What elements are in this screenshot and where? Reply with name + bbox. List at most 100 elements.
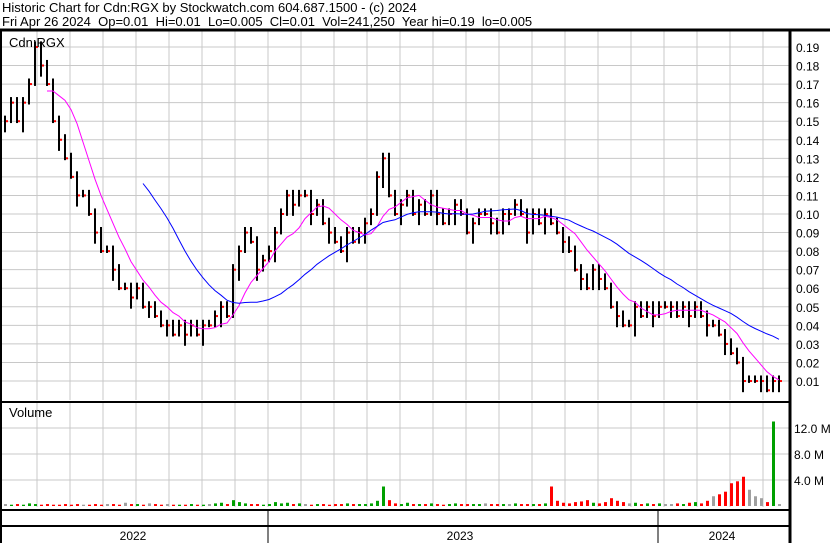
year-label: 2023	[447, 529, 474, 543]
volume-bar	[394, 503, 397, 506]
volume-bar	[580, 501, 583, 506]
volume-bar	[238, 502, 241, 506]
volume-bar	[526, 504, 529, 506]
volume-bar	[328, 504, 331, 506]
volume-bar	[256, 504, 259, 506]
volume-bar	[682, 504, 685, 506]
volume-tick-label: 4.0 M	[794, 474, 824, 488]
price-tick-label: 0.06	[796, 282, 820, 296]
volume-bar	[670, 504, 673, 506]
volume-bar	[454, 503, 457, 506]
volume-bar	[352, 504, 355, 506]
volume-bar	[22, 504, 25, 506]
volume-bar	[646, 503, 649, 506]
volume-bar	[652, 504, 655, 506]
volume-bar	[346, 503, 349, 506]
volume-bar	[430, 503, 433, 506]
volume-bar	[214, 503, 217, 506]
price-tick-label: 0.10	[796, 208, 820, 222]
volume-bar	[628, 503, 631, 506]
year-label: 2022	[120, 529, 147, 543]
volume-bar	[676, 503, 679, 506]
volume-bar	[292, 504, 295, 506]
price-tick-label: 0.15	[796, 115, 820, 129]
volume-bar	[40, 504, 43, 506]
volume-bar	[82, 504, 85, 506]
volume-bar	[718, 494, 721, 506]
volume-bar	[760, 498, 763, 506]
volume-bar	[172, 504, 175, 506]
volume-bar	[76, 504, 79, 506]
volume-bar	[334, 504, 337, 506]
volume-bar	[316, 504, 319, 506]
price-tick-label: 0.11	[796, 189, 819, 203]
volume-bar	[598, 503, 601, 506]
volume-bar	[250, 504, 253, 506]
stock-chart: Historic Chart for Cdn:RGX by Stockwatch…	[0, 0, 830, 543]
volume-bar	[730, 483, 733, 506]
volume-bar	[418, 504, 421, 506]
volume-bar	[178, 504, 181, 506]
volume-bar	[358, 504, 361, 506]
volume-bar	[586, 500, 589, 506]
volume-bar	[160, 504, 163, 506]
volume-bar	[544, 503, 547, 506]
volume-bar	[610, 498, 613, 506]
volume-bar	[604, 502, 607, 506]
volume-bar	[694, 502, 697, 506]
volume-bar	[700, 503, 703, 506]
volume-bar	[4, 504, 7, 506]
volume-bar	[592, 502, 595, 506]
volume-bar	[400, 504, 403, 506]
volume-bar	[34, 504, 37, 506]
volume-bar	[202, 504, 205, 506]
volume-bar	[166, 504, 169, 506]
volume-bar	[436, 504, 439, 506]
volume-bar	[310, 504, 313, 506]
price-tick-label: 0.02	[796, 356, 820, 370]
volume-bar	[184, 504, 187, 506]
volume-bar	[478, 504, 481, 506]
price-tick-label: 0.12	[796, 171, 820, 185]
volume-bar	[484, 503, 487, 506]
volume-bar	[556, 500, 559, 506]
volume-bar	[712, 496, 715, 506]
volume-bar	[466, 504, 469, 506]
volume-bar	[496, 504, 499, 506]
volume-bar	[154, 504, 157, 506]
volume-bar	[778, 504, 781, 506]
volume-bar	[148, 503, 151, 506]
volume-bar	[766, 502, 769, 506]
price-tick-label: 0.18	[796, 60, 820, 74]
volume-bar	[322, 504, 325, 506]
volume-bar	[88, 504, 91, 506]
volume-bar	[52, 504, 55, 506]
volume-bar	[502, 504, 505, 506]
volume-bar	[382, 486, 385, 506]
price-tick-label: 0.14	[796, 134, 820, 148]
volume-bar	[724, 491, 727, 506]
symbol-label: Cdn:RGX	[9, 35, 65, 50]
volume-bar	[442, 504, 445, 506]
volume-bar	[520, 504, 523, 506]
volume-bar	[280, 503, 283, 506]
volume-bar	[472, 504, 475, 506]
price-axis: 0.19 0.18 0.17 0.16 0.15 0.14 0.13 0.12 0.11 0.10…	[796, 41, 820, 389]
volume-bar	[268, 504, 271, 506]
volume-bar	[514, 503, 517, 506]
volume-bar	[220, 502, 223, 506]
volume-tick-label: 8.0 M	[794, 448, 824, 462]
volume-bar	[706, 500, 709, 506]
price-tick-label: 0.13	[796, 152, 820, 166]
volume-bar	[574, 502, 577, 506]
volume-tick-label: 12.0 M	[794, 422, 830, 436]
volume-bar	[244, 503, 247, 506]
volume-bar	[742, 476, 745, 506]
volume-bar	[550, 486, 553, 506]
volume-bar	[748, 489, 751, 506]
price-tick-label: 0.16	[796, 97, 820, 111]
year-label: 2024	[709, 529, 736, 543]
volume-bar	[460, 504, 463, 506]
volume-bar	[772, 421, 775, 506]
volume-bar	[142, 504, 145, 506]
